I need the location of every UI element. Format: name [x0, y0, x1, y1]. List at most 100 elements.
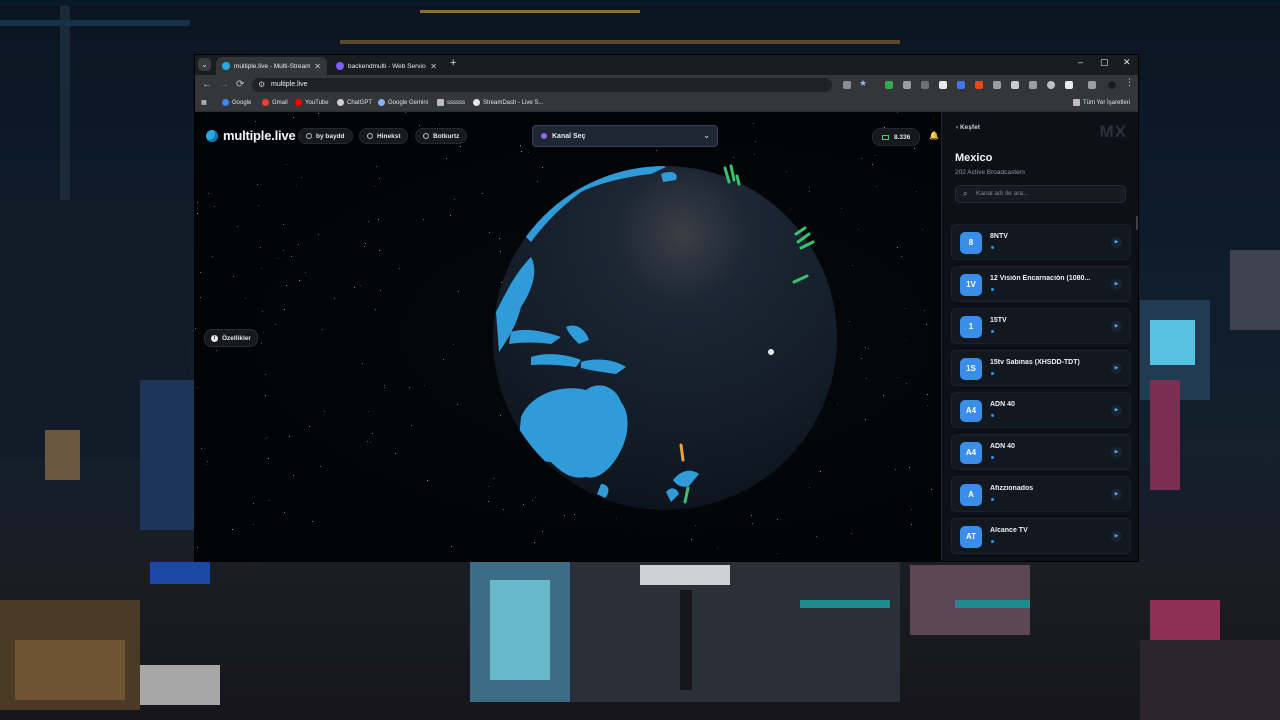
globe-icon [222, 62, 230, 70]
tab-title: multiple.live - Multi-Stream De [234, 62, 311, 70]
star [895, 469, 896, 470]
interactive-globe[interactable] [491, 162, 839, 514]
star [298, 244, 299, 245]
extension-icon[interactable] [1011, 81, 1019, 89]
tab-search-button[interactable]: ⌄ [198, 58, 211, 71]
bookmark-youtube[interactable]: YouTube [295, 99, 329, 106]
star [883, 395, 884, 396]
bookmark-chatgpt[interactable]: ChatGPT [337, 99, 372, 106]
star [872, 164, 873, 165]
back-to-explore-button[interactable]: ‹ Keşfet [956, 124, 980, 131]
nav-pill-botkurtz[interactable]: Botkurtz [415, 128, 468, 144]
star [283, 224, 284, 225]
tab-multiple-live[interactable]: multiple.live - Multi-Stream De ✕ [216, 57, 327, 75]
viewer-count: 8.336 [872, 128, 921, 146]
brand-logo[interactable]: multiple.live [206, 128, 296, 143]
play-icon[interactable]: ▶ [1111, 405, 1122, 416]
extension-icon[interactable] [939, 81, 947, 89]
star [318, 113, 319, 114]
star [197, 547, 198, 548]
channel-name: 8NTV [990, 233, 1008, 240]
extension-icon[interactable] [1029, 81, 1037, 89]
channel-badge: A [960, 484, 982, 506]
star [284, 512, 285, 513]
scrollbar[interactable] [1136, 216, 1138, 230]
back-button[interactable]: ← [202, 79, 212, 90]
close-tab-icon[interactable]: ✕ [314, 62, 321, 71]
extensions-puzzle-icon[interactable] [1065, 81, 1073, 89]
close-tab-icon[interactable]: ✕ [430, 62, 437, 71]
play-icon[interactable]: ▶ [1111, 237, 1122, 248]
star [309, 426, 310, 427]
avatar[interactable] [1108, 81, 1116, 89]
star [909, 467, 910, 468]
bookmark-gemini[interactable]: Google Gemini [378, 99, 428, 106]
all-bookmarks-folder[interactable]: Tüm Yer İşaretleri [1073, 99, 1130, 106]
channel-item[interactable]: A4 ADN 40 ▶ [951, 434, 1131, 470]
channel-item[interactable]: A Afizzionados ▶ [951, 476, 1131, 512]
bell-icon[interactable]: 🔔 [929, 131, 939, 140]
channel-badge: A4 [960, 442, 982, 464]
channel-item[interactable]: 1 15TV ▶ [951, 308, 1131, 344]
reload-button[interactable]: ⟳ [236, 79, 244, 90]
star [268, 458, 269, 459]
status-dot [991, 330, 994, 333]
channel-name: Afizzionados [990, 485, 1034, 492]
play-icon[interactable]: ▶ [1111, 363, 1122, 374]
forward-button[interactable]: → [219, 79, 229, 90]
star [427, 480, 428, 481]
star [450, 215, 451, 216]
play-icon[interactable]: ▶ [1111, 489, 1122, 500]
minimize-button[interactable]: – [1078, 57, 1083, 67]
profile-icon[interactable] [1088, 81, 1096, 89]
extension-icon[interactable] [903, 81, 911, 89]
channel-badge: 8 [960, 232, 982, 254]
nav-pill-hinekst[interactable]: Hinekst [359, 128, 409, 144]
apps-grid-icon[interactable]: ▦ [201, 99, 207, 106]
channel-item[interactable]: 8 8NTV ▶ [951, 224, 1131, 260]
bookmark-star-icon[interactable]: ★ [859, 78, 867, 88]
site-info-icon[interactable]: ⚙ [258, 78, 265, 92]
star [267, 437, 268, 438]
translate-icon[interactable] [843, 81, 851, 89]
extension-icon[interactable] [1047, 81, 1055, 89]
channel-item[interactable]: A4 ADN 40 ▶ [951, 392, 1131, 428]
maximize-button[interactable]: ▢ [1100, 57, 1109, 68]
star [197, 202, 198, 203]
star [922, 229, 923, 230]
star [208, 193, 209, 194]
new-tab-button[interactable]: + [450, 57, 456, 69]
play-icon[interactable]: ▶ [1111, 321, 1122, 332]
tab-backendmulti[interactable]: backendmulti - Web Service - R ✕ [330, 57, 443, 75]
close-window-button[interactable]: ✕ [1123, 57, 1131, 68]
nav-pill-baydd[interactable]: by baydd [298, 128, 353, 144]
extension-icon[interactable] [975, 81, 983, 89]
star [265, 395, 266, 396]
star [419, 125, 420, 126]
extension-icon[interactable] [993, 81, 1001, 89]
more-menu-icon[interactable]: ⋮ [1125, 77, 1134, 87]
channel-select-dropdown[interactable]: Kanal Seç ⌄ [532, 125, 718, 147]
address-bar[interactable]: ⚙ multiple.live [252, 78, 832, 92]
star [443, 359, 444, 360]
features-button[interactable]: i Özellikler [204, 329, 258, 347]
channel-item[interactable]: AT Alcance TV ▶ [951, 518, 1131, 554]
play-icon[interactable]: ▶ [1111, 279, 1122, 290]
extension-icon[interactable] [921, 81, 929, 89]
channel-item[interactable]: 1S 15tv Sabinas (XHSDD-TDT) ▶ [951, 350, 1131, 386]
country-code-watermark: MX [1099, 122, 1127, 141]
star [528, 152, 529, 153]
channel-search-input[interactable]: ⌕ Kanal adı ile ara... [955, 185, 1126, 203]
star [897, 247, 898, 248]
channel-item[interactable]: 1V 12 Visión Encarnación (1080... ▶ [951, 266, 1131, 302]
extension-icon[interactable] [957, 81, 965, 89]
play-icon[interactable]: ▶ [1111, 531, 1122, 542]
bookmark-gmail[interactable]: Gmail [262, 99, 288, 106]
play-icon[interactable]: ▶ [1111, 447, 1122, 458]
star [261, 268, 262, 269]
bookmark-google[interactable]: Google [222, 99, 251, 106]
bookmark-streamdash[interactable]: StreamDash - Live S... [473, 99, 543, 106]
extension-icon[interactable] [885, 81, 893, 89]
chatgpt-icon [337, 99, 344, 106]
bookmark-folder[interactable]: ssssss [437, 99, 465, 106]
